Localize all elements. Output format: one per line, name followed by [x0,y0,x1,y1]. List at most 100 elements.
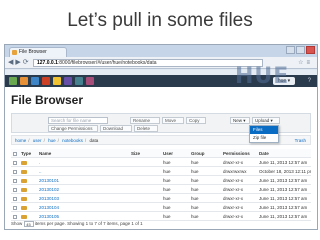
app-2-icon[interactable] [20,77,28,85]
copy-button[interactable]: Copy [186,117,206,124]
row-checkbox[interactable] [13,187,17,192]
app-8-icon[interactable] [86,77,94,85]
folder-icon [21,205,27,210]
new-dropdown-button[interactable]: New ▾ [230,117,250,124]
file-group-cell: hue [191,176,213,185]
upload-files-item[interactable]: Files [250,126,278,134]
file-user-cell: hue [163,167,183,176]
url-field[interactable]: 127.0.0.1:8000/filebrowser/#/user/hue/no… [33,59,263,67]
file-date: June 11, 2013 12:57 am [259,214,308,219]
type-cell [21,158,39,167]
file-date-cell: June 11, 2013 12:57 am [259,185,311,194]
row-checkbox[interactable] [13,169,17,174]
move-button[interactable]: Move [162,117,184,124]
page-title: File Browser [11,93,84,107]
file-name[interactable]: 20130103 [39,196,59,201]
file-name-cell: 20130101 [39,176,119,185]
file-permissions: drwxr-xr-x [223,205,243,210]
file-user-cell: hue [163,194,183,203]
file-name[interactable]: 20130105 [39,214,59,219]
per-page-select[interactable]: 45 [23,221,34,227]
file-user: hue [163,205,171,210]
file-permissions: drwxr-xr-x [223,196,243,201]
col-size[interactable]: Size [131,149,153,158]
col-group[interactable]: Group [191,149,213,158]
row-checkbox[interactable] [13,214,17,219]
app-6-icon[interactable] [64,77,72,85]
app-3-icon[interactable] [31,77,39,85]
minimize-icon[interactable] [286,46,295,54]
slide: Let’s pull in some files File Browser ◀▶… [0,0,320,240]
file-group-cell: hue [191,203,213,212]
slide-title: Let’s pull in some files [67,10,253,31]
file-permissions-cell: drwxr-xr-x [223,194,253,203]
col-type[interactable]: Type [21,149,39,158]
maximize-icon[interactable] [296,46,305,54]
col-date[interactable]: Date [259,149,311,158]
close-icon[interactable] [306,46,315,54]
table-row[interactable]: 20130101 hue hue drwxr-xr-x June 11, 2013 12… [11,176,311,185]
file-user: hue [163,214,171,219]
file-name-cell: 20130103 [39,194,119,203]
breadcrumb-home[interactable]: home [15,138,26,143]
table-row[interactable]: . hue hue drwxr-xr-x June 11, 2013 12:57 am [11,158,311,167]
download-button[interactable]: Download [100,125,132,132]
table-row[interactable]: 20130102 hue hue drwxr-xr-x June 11, 2013 12… [11,185,311,194]
file-table: Type Name Size User Group Permissions Da… [11,149,311,221]
file-name[interactable]: 20130101 [39,178,59,183]
help-icon[interactable]: ? [308,77,311,85]
table-row[interactable]: 20130103 hue hue drwxr-xr-x June 11, 2013 12… [11,194,311,203]
file-permissions: drwxrwxrwx [223,169,247,174]
browser-window: File Browser ◀▶⟳ 127.0.0.1:8000/filebrow… [4,44,318,230]
tab-bar: File Browser [5,45,317,57]
rename-button[interactable]: Rename [130,117,160,124]
app-5-icon[interactable] [53,77,61,85]
file-permissions-cell: drwxr-xr-x [223,185,253,194]
file-name[interactable]: . [39,160,40,165]
file-name[interactable]: 20130102 [39,187,59,192]
tab-title: File Browser [19,49,47,55]
url-host: 127.0.0.1 [37,60,58,66]
table-row[interactable]: 20130105 hue hue drwxr-xr-x June 11, 2013 12… [11,212,311,221]
breadcrumb-notebooks[interactable]: notebooks [62,138,83,143]
delete-button[interactable]: Delete [134,125,158,132]
table-row[interactable]: 20130104 hue hue drwxr-xr-x June 11, 2013 12… [11,203,311,212]
file-name-cell: 20130102 [39,185,119,194]
col-user[interactable]: User [163,149,183,158]
file-user-cell: hue [163,185,183,194]
row-checkbox[interactable] [13,196,17,201]
file-permissions-cell: drwxr-xr-x [223,158,253,167]
file-group-cell: hue [191,194,213,203]
row-checkbox[interactable] [13,160,17,165]
folder-icon [21,160,27,165]
upload-zip-item[interactable]: Zip file [250,134,278,142]
breadcrumb-user[interactable]: user [33,138,42,143]
file-name[interactable]: 20130104 [39,205,59,210]
row-checkbox[interactable] [13,178,17,183]
back-forward-icon[interactable]: ◀▶⟳ [8,59,31,67]
select-all-checkbox[interactable] [13,151,17,156]
file-user-cell: hue [163,203,183,212]
search-input[interactable]: Search for file name [48,117,108,124]
hue-logo: HUE [235,64,290,89]
breadcrumb-hue[interactable]: hue [48,138,56,143]
col-name[interactable]: Name [39,149,119,158]
table-row[interactable]: .. hue hue drwxrwxrwx October 18, 2013 12:11… [11,167,311,176]
app-4-icon[interactable] [42,77,50,85]
trash-link[interactable]: Trash [295,136,306,145]
row-checkbox[interactable] [13,205,17,210]
change-permissions-button[interactable]: Change Permissions [48,125,98,132]
browser-tab[interactable]: File Browser [9,47,67,57]
browser-menu-icon[interactable]: ☆≡ [298,59,313,67]
window-controls [286,46,315,54]
file-date: October 18, 2013 12:11 pm [259,169,311,174]
file-user-cell: hue [163,158,183,167]
upload-dropdown-button[interactable]: Upload ▾ [252,117,280,124]
folder-icon [21,214,27,219]
type-cell [21,212,39,221]
file-name[interactable]: .. [39,169,42,174]
app-7-icon[interactable] [75,77,83,85]
upload-menu: Files Zip file [249,125,279,143]
app-1-icon[interactable] [9,77,17,85]
col-permissions[interactable]: Permissions [223,149,253,158]
